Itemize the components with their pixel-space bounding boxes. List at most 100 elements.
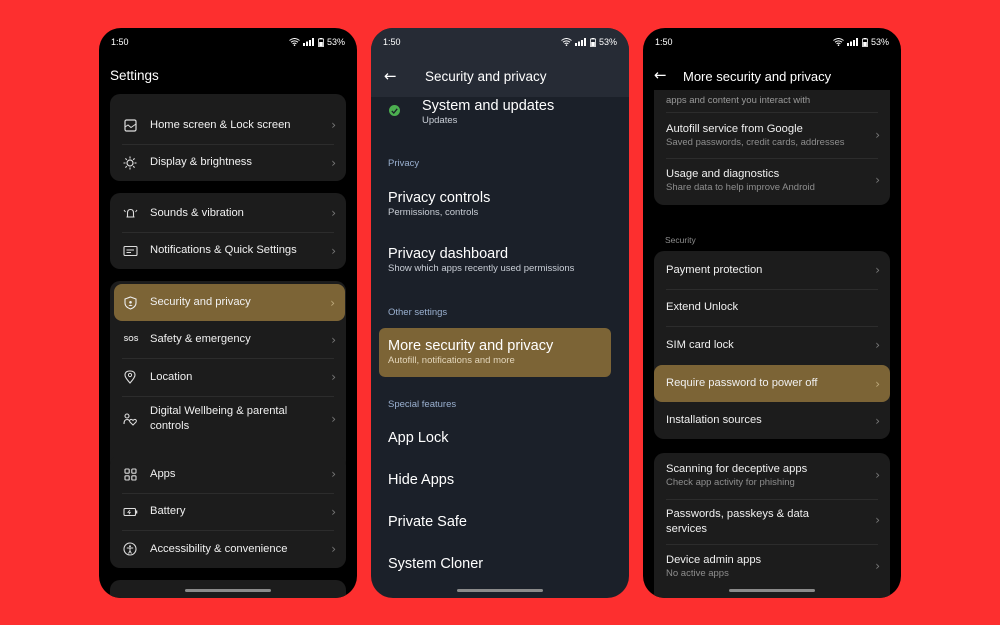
list-item-extend-unlock[interactable]: Extend Unlock [654,289,890,326]
list-item-private-safe[interactable]: Private Safe [388,513,619,531]
list-item-require-password[interactable]: Require password to power off › [654,365,890,402]
settings-group-display: Home screen & Lock screen › Display & br… [110,94,346,181]
settings-item-label: Safety & emergency [150,333,251,345]
item-title: Hide Apps [388,472,455,488]
item-subtitle: Updates [422,115,458,126]
settings-group-security: Security and privacy › SOS Safety & emer… [110,281,346,471]
phone-settings: 1:50 53% Settings Home screen & Lock scr… [99,28,357,598]
settings-item-home-lock[interactable]: Home screen & Lock screen › [110,106,346,144]
settings-item-label: Location [150,370,193,383]
item-title: App Lock [388,430,449,446]
chevron-right-icon: › [331,542,336,556]
bell-vibration-icon [122,205,138,221]
chevron-right-icon: › [331,504,336,519]
settings-item-safety[interactable]: SOS Safety & emergency › [110,321,346,358]
item-title: System Cloner [388,556,484,572]
list-item-more-security[interactable]: More security and privacy Autofill, noti… [379,328,611,377]
settings-item-sounds[interactable]: Sounds & vibration › [110,193,346,233]
list-item-usage-diagnostics[interactable]: Usage and diagnostics Share data to help… [654,167,890,194]
list-item-payment-protection[interactable]: Payment protection › [654,251,890,289]
chevron-right-icon: › [875,468,880,482]
battery-status-icon [590,37,596,47]
settings-item-label: Accessibility & convenience [150,542,288,555]
chevron-right-icon: › [875,376,880,391]
location-pin-icon [122,369,138,385]
settings-item-display[interactable]: Display & brightness › [110,144,346,181]
section-header-privacy: Privacy [388,158,420,169]
settings-item-battery[interactable]: Battery › [110,493,346,530]
settings-item-label: Notifications & Quick Settings [150,244,297,256]
list-item-partial[interactable]: apps and content you interact with [654,95,890,107]
home-indicator [457,589,543,592]
item-title: Autofill service from Google [666,123,803,135]
chevron-right-icon: › [331,118,336,132]
item-title: SIM card lock [666,338,734,351]
item-title: Privacy controls [388,190,491,206]
item-title: Scanning for deceptive apps [666,463,808,475]
item-title: Payment protection [666,263,763,276]
list-item-autofill[interactable]: Autofill service from Google Saved passw… [654,122,890,149]
list-item-system-updates[interactable]: System and updates Updates [388,97,619,127]
settings-item-wellbeing[interactable]: Digital Wellbeing & parental controls › [110,396,346,441]
item-title: Private Safe [388,514,467,530]
list-item-privacy-dashboard[interactable]: Privacy dashboard Show which apps recent… [388,245,619,275]
settings-item-label: Display & brightness [150,156,252,168]
section-header-special: Special features [388,399,457,410]
back-arrow-icon[interactable]: ← [654,66,667,84]
check-circle-icon [389,105,400,116]
settings-item-security-privacy[interactable]: Security and privacy › [114,284,345,321]
item-title: Device admin apps [666,554,762,566]
chevron-right-icon: › [330,295,335,310]
list-item-installation-sources[interactable]: Installation sources › [654,402,890,439]
settings-item-label: Security and privacy [150,296,251,308]
status-bar: 1:50 53% [371,28,629,56]
battery-status-icon [318,37,324,47]
signal-icon [302,38,314,46]
list-item-app-lock[interactable]: App Lock [388,429,619,447]
item-subtitle: Check app activity for phishing [666,477,795,488]
settings-item-label: Digital Wellbeing & parental controls [150,404,288,432]
list-item-deceptive-apps[interactable]: Scanning for deceptive apps Check app ac… [654,462,890,489]
notifications-icon [122,243,138,259]
settings-group-google: apps and content you interact with Autof… [654,90,890,205]
status-time: 1:50 [111,37,129,47]
page-title: Settings [110,68,159,83]
divider [666,112,878,113]
chevron-right-icon: › [875,559,880,573]
list-item-system-cloner[interactable]: System Cloner [388,555,619,573]
item-title: More security and privacy [388,338,554,354]
settings-item-apps[interactable]: Apps › [110,455,346,493]
chevron-right-icon: › [331,155,336,170]
divider [666,544,878,545]
list-item-hide-apps[interactable]: Hide Apps [388,471,619,489]
settings-item-notifications[interactable]: Notifications & Quick Settings › [110,232,346,269]
list-item-device-admin[interactable]: Device admin apps No active apps › [654,553,890,580]
settings-group-apps: Apps › Battery › Accessibility & conveni… [110,455,346,568]
wifi-icon [833,38,844,46]
phone-security-privacy: 1:50 53% ← Security and privacy System a… [371,28,629,598]
list-item-sim-lock[interactable]: SIM card lock › [654,326,890,364]
back-arrow-icon[interactable]: ← [384,67,397,85]
battery-percent: 53% [326,37,345,47]
list-item-privacy-controls[interactable]: Privacy controls Permissions, controls [388,189,619,219]
apps-grid-icon [122,466,138,482]
list-item-passwords-passkeys[interactable]: Passwords, passkeys & data services › [654,507,890,537]
section-header-other: Other settings [388,307,448,318]
item-title: System and updates [422,98,555,114]
brightness-icon [122,155,138,171]
chevron-right-icon: › [875,513,880,527]
chevron-right-icon: › [331,243,336,258]
settings-item-label: Home screen & Lock screen [150,118,291,131]
chevron-right-icon: › [875,263,880,277]
status-time: 1:50 [655,37,673,47]
settings-item-location[interactable]: Location › [110,358,346,396]
item-title: Extend Unlock [666,301,739,313]
chevron-right-icon: › [875,128,880,142]
wifi-icon [561,38,572,46]
chevron-right-icon: › [331,411,336,426]
item-subtitle: Share data to help improve Android [666,182,815,193]
signal-icon [574,38,586,46]
divider [666,158,878,159]
settings-item-accessibility[interactable]: Accessibility & convenience › [110,530,346,568]
settings-item-label: Battery [150,505,186,517]
